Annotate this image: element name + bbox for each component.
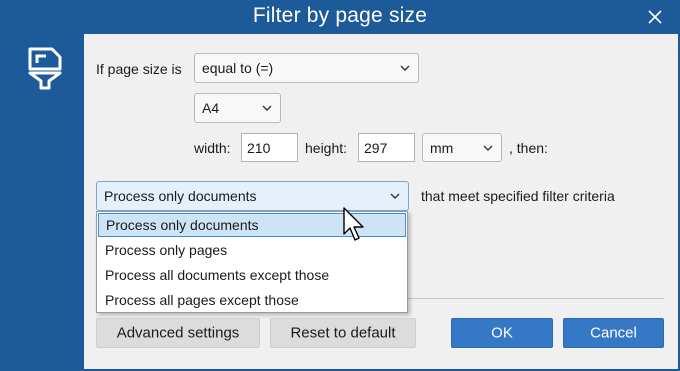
chevron-down-icon (483, 145, 493, 151)
cancel-button[interactable]: Cancel (563, 318, 664, 348)
advanced-settings-button[interactable]: Advanced settings (96, 318, 260, 348)
unit-select[interactable]: mm (422, 133, 502, 162)
filter-pages-icon (28, 47, 62, 90)
width-input[interactable]: 210 (241, 133, 298, 162)
sidebar (2, 34, 84, 369)
comparison-select[interactable]: equal to (=) (194, 53, 419, 83)
height-label: height: (305, 140, 348, 156)
condition-label: If page size is (96, 61, 182, 77)
title-bar: Filter by page size (0, 0, 680, 34)
paper-size-select[interactable]: A4 (194, 93, 281, 123)
dialog-title: Filter by page size (252, 4, 428, 27)
height-input[interactable]: 297 (358, 133, 415, 162)
unit-value: mm (430, 139, 454, 156)
option-process-all-documents-except[interactable]: Process all documents except those (98, 263, 406, 287)
then-label: , then: (509, 140, 548, 156)
reset-to-default-button[interactable]: Reset to default (270, 318, 416, 348)
option-process-all-pages-except[interactable]: Process all pages except those (98, 288, 406, 312)
mouse-pointer-icon (343, 207, 364, 241)
chevron-down-icon (390, 193, 400, 199)
chevron-down-icon (262, 105, 272, 111)
action-value: Process only documents (104, 188, 257, 204)
width-label: width: (194, 140, 231, 156)
close-icon[interactable] (644, 6, 666, 28)
criteria-label: that meet specified filter criteria (421, 188, 615, 204)
comparison-value: equal to (=) (202, 60, 274, 76)
dialog-content: If page size is equal to (=) A4 width: 2… (84, 34, 678, 369)
chevron-down-icon (400, 65, 410, 71)
height-value: 297 (364, 139, 388, 156)
paper-size-value: A4 (202, 100, 220, 116)
width-value: 210 (247, 139, 271, 156)
filter-dialog: Filter by page size If page size is equa… (0, 0, 680, 371)
divider (408, 298, 664, 299)
ok-button[interactable]: OK (451, 318, 553, 348)
